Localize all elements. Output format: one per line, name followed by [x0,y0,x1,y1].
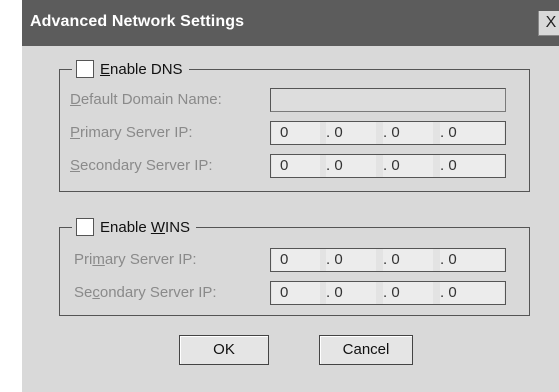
ip-octet-3[interactable]: . 0 [383,282,433,304]
ip-octet-3[interactable]: . 0 [383,155,433,177]
ip-octet-1[interactable]: 0 [272,155,320,177]
ip-octet-2[interactable]: . 0 [326,249,376,271]
ip-octet-1[interactable]: 0 [272,122,320,144]
enable-wins-label[interactable]: Enable WINS [100,219,190,236]
ip-octet-1[interactable]: 0 [272,282,320,304]
ip-octet-4[interactable]: . 0 [440,155,504,177]
ok-button[interactable]: OK [179,335,269,365]
wins-secondary-ip-field[interactable]: 0 . 0 . 0 . 0 [270,281,506,305]
ip-octet-1[interactable]: 0 [272,249,320,271]
dns-primary-ip-field[interactable]: 0 . 0 . 0 . 0 [270,121,506,145]
default-domain-field[interactable] [270,88,506,112]
ip-octet-2[interactable]: . 0 [326,155,376,177]
wins-primary-ip-label: Primary Server IP: [74,251,197,268]
wins-primary-ip-field[interactable]: 0 . 0 . 0 . 0 [270,248,506,272]
ip-octet-4[interactable]: . 0 [440,282,504,304]
title-bar[interactable]: Advanced Network Settings X [22,0,559,46]
wins-legend: Enable WINS [72,215,197,239]
dns-secondary-ip-field[interactable]: 0 . 0 . 0 . 0 [270,154,506,178]
dns-legend: Enable DNS [72,57,189,81]
default-domain-label: Default Domain Name: [70,91,222,108]
dns-primary-ip-label: Primary Server IP: [70,124,193,141]
dialog-title: Advanced Network Settings [30,13,245,30]
ip-octet-2[interactable]: . 0 [326,282,376,304]
ip-octet-4[interactable]: . 0 [440,122,504,144]
enable-dns-checkbox[interactable] [76,60,94,78]
ip-octet-4[interactable]: . 0 [440,249,504,271]
close-button[interactable]: X [538,11,559,36]
wins-secondary-ip-label: Secondary Server IP: [74,284,217,301]
advanced-network-settings-dialog: Advanced Network Settings X Enable DNS D… [22,0,559,392]
ip-octet-3[interactable]: . 0 [383,249,433,271]
dns-secondary-ip-label: Secondary Server IP: [70,157,213,174]
cancel-button[interactable]: Cancel [319,335,413,365]
enable-wins-checkbox[interactable] [76,218,94,236]
ip-octet-2[interactable]: . 0 [326,122,376,144]
ip-octet-3[interactable]: . 0 [383,122,433,144]
enable-dns-label[interactable]: Enable DNS [100,61,183,78]
